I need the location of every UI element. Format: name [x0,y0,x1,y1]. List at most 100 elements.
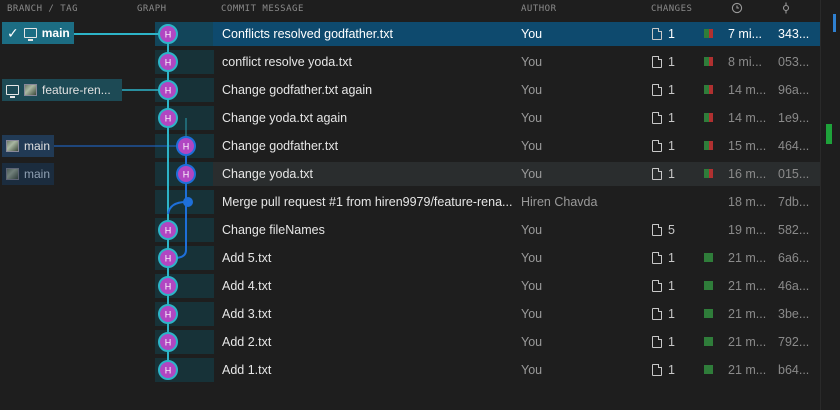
commit-sha: 96a... [778,83,810,97]
deletions-bar [708,57,713,66]
graph-cell [155,218,214,242]
graph-cell [155,134,214,158]
additions-bar [704,253,713,262]
commit-icon[interactable] [780,2,792,14]
commit-sha: 464... [778,139,810,153]
commit-date: 14 m... [728,83,767,97]
header-branch-tag[interactable]: BRANCH / TAG [7,4,78,14]
commit-author: You [521,279,543,293]
commit-sha: 3be... [778,307,810,321]
file-icon [652,84,662,96]
changes-count: 1 [668,55,675,69]
commit-message: Change godfather.txt [222,139,339,153]
commit-message: Merge pull request #1 from hiren9979/fea… [222,195,513,209]
graph-cell [155,106,214,130]
file-icon [652,140,662,152]
ref-label: main [24,167,51,181]
commit-row[interactable]: Add 5.txt You 1 21 m... 6a6... [0,244,820,272]
commit-row[interactable]: Add 3.txt You 1 21 m... 3be... [0,300,820,328]
ref-main-remote-dim[interactable]: main [2,163,54,185]
commit-author: You [521,27,543,41]
file-icon [652,252,662,264]
deletions-bar [708,141,713,150]
deletions-bar [708,113,713,122]
commit-message: Change godfather.txt again [222,83,373,97]
commit-row[interactable]: Change yoda.txt You 1 16 m... 015... [0,160,820,188]
avatar-icon [6,168,19,180]
commit-sha: 7db... [778,195,810,209]
commit-message: Add 5.txt [222,251,272,265]
changes-bar [704,309,713,318]
commit-date: 15 m... [728,139,767,153]
commit-row[interactable]: Change godfather.txt again You 1 14 m... 96a… [0,76,820,104]
commit-row[interactable]: Change fileNames You 5 19 m... 582... [0,216,820,244]
commit-author: You [521,55,543,69]
commit-date: 21 m... [728,307,767,321]
scrollbar[interactable] [820,0,840,410]
file-icon [652,28,662,40]
graph-cell [155,274,214,298]
commit-row[interactable]: Conflicts resolved godfather.txt You 1 7 mi… [0,20,820,48]
changes-bar [704,281,713,290]
commit-author: Hiren Chavda [521,195,598,209]
graph-cell [155,330,214,354]
changes-count: 1 [668,251,675,265]
file-icon [652,112,662,124]
commit-date: 21 m... [728,363,767,377]
commit-row[interactable]: Merge pull request #1 from hiren9979/fea… [0,188,820,216]
additions-bar [704,309,713,318]
changes-bar [704,253,713,262]
header-author[interactable]: AUTHOR [521,4,557,14]
deletions-bar [708,169,713,178]
header-commit-message[interactable]: COMMIT MESSAGE [221,4,304,14]
header-changes[interactable]: CHANGES [651,4,692,14]
deletions-bar [708,29,713,38]
ref-label: feature-ren... [42,83,111,97]
local-branch-icon [23,28,37,41]
commit-sha: 582... [778,223,810,237]
clock-icon[interactable] [731,2,743,14]
commit-date: 19 m... [728,223,767,237]
commit-row[interactable]: Change yoda.txt again You 1 14 m... 1e9... [0,104,820,132]
commit-message: conflict resolve yoda.txt [222,55,352,69]
commit-row[interactable]: Add 1.txt You 1 21 m... b64... [0,356,820,384]
changes-count: 1 [668,363,675,377]
commit-row[interactable]: Add 2.txt You 1 21 m... 792... [0,328,820,356]
changes-count: 1 [668,307,675,321]
additions-bar [704,281,713,290]
commit-author: You [521,167,543,181]
commit-row[interactable]: conflict resolve yoda.txt You 1 8 mi... 053.… [0,48,820,76]
avatar-icon [6,140,19,152]
ref-main-current[interactable]: ✓ main [2,22,74,44]
commit-message: Change yoda.txt again [222,111,348,125]
scroll-marker-selected [833,14,836,32]
commit-date: 21 m... [728,251,767,265]
changes-bar [704,113,713,122]
ref-feature-branch[interactable]: feature-ren... [2,79,122,101]
commit-message: Change yoda.txt [222,167,314,181]
commit-author: You [521,307,543,321]
changes-bar [704,57,713,66]
file-icon [652,308,662,320]
commit-sha: b64... [778,363,810,377]
commit-sha: 053... [778,55,810,69]
changes-count: 1 [668,83,675,97]
scroll-marker-changes [826,124,832,144]
commit-message: Conflicts resolved godfather.txt [222,27,393,41]
commit-author: You [521,335,543,349]
commit-sha: 1e9... [778,111,810,125]
header-graph[interactable]: GRAPH [137,4,167,14]
commit-message: Change fileNames [222,223,325,237]
graph-cell [155,302,214,326]
commit-date: 14 m... [728,111,767,125]
commit-row[interactable]: Change godfather.txt You 1 15 m... 464... [0,132,820,160]
commit-author: You [521,111,543,125]
graph-cell [155,50,214,74]
ref-main-remote[interactable]: main [2,135,54,157]
file-icon [652,280,662,292]
changes-count: 1 [668,27,675,41]
commit-message: Add 3.txt [222,307,272,321]
changes-bar [704,337,713,346]
commit-row[interactable]: Add 4.txt You 1 21 m... 46a... [0,272,820,300]
graph-cell [155,190,214,214]
